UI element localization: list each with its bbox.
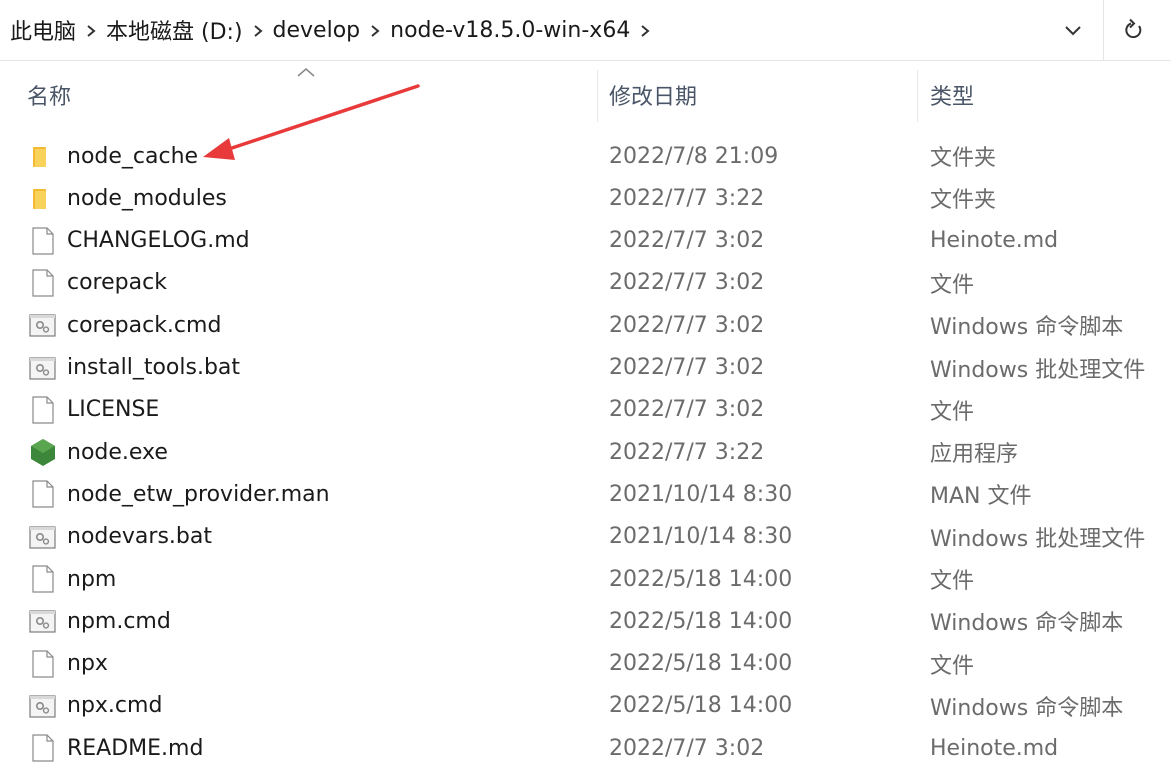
file-type: Windows 命令脚本 <box>930 315 1124 341</box>
breadcrumb-develop[interactable]: develop <box>273 18 361 43</box>
file-modified-date: 2022/7/7 3:02 <box>609 355 765 380</box>
chevron-right-icon[interactable] <box>360 21 390 40</box>
file-modified-date: 2021/10/14 8:30 <box>609 481 793 507</box>
file-icon <box>27 563 59 595</box>
file-row[interactable]: npx.cmd 2022/5/18 14:00 Windows 命令脚本 <box>0 685 1171 727</box>
file-name: README.md <box>67 735 204 761</box>
file-name: npm <box>67 566 117 592</box>
file-row[interactable]: node_modules 2022/7/7 3:22 文件夹 <box>0 177 1171 219</box>
file-modified-date: 2022/7/7 3:22 <box>609 185 765 211</box>
refresh-icon <box>1125 18 1142 39</box>
file-name: node_modules <box>67 185 227 211</box>
refresh-button[interactable] <box>1112 10 1156 50</box>
folder-icon <box>27 182 59 214</box>
folder-icon <box>27 140 59 172</box>
file-row[interactable]: npm.cmd 2022/5/18 14:00 Windows 命令脚本 <box>0 600 1171 642</box>
file-modified-date: 2022/5/18 14:00 <box>609 693 793 719</box>
batch-file-icon <box>27 309 59 341</box>
file-modified-date: 2022/7/7 3:02 <box>609 397 765 423</box>
file-type: Windows 批处理文件 <box>930 357 1146 383</box>
column-header-date[interactable]: 修改日期 <box>609 60 697 130</box>
file-row[interactable]: node_etw_provider.man 2021/10/14 8:30 MAN … <box>0 473 1171 515</box>
file-type: 文件 <box>930 399 975 425</box>
batch-file-icon <box>27 605 59 637</box>
breadcrumb: 此电脑 本地磁盘 (D:) develop node-v18.5.0-win-x… <box>10 0 660 60</box>
file-row[interactable]: install_tools.bat 2022/7/7 3:02 Windows 批处… <box>0 347 1171 389</box>
file-name: install_tools.bat <box>67 355 241 380</box>
address-divider <box>1103 0 1104 60</box>
file-name: npm.cmd <box>67 608 171 634</box>
file-modified-date: 2022/7/7 3:02 <box>609 312 765 338</box>
file-icon <box>27 732 59 764</box>
file-type: 文件 <box>930 569 975 594</box>
address-history-dropdown-button[interactable] <box>1051 10 1095 50</box>
chevron-right-icon[interactable] <box>243 21 273 40</box>
file-row[interactable]: node_cache 2022/7/8 21:09 文件夹 <box>0 135 1171 177</box>
file-modified-date: 2022/7/7 3:02 <box>609 270 765 296</box>
column-header-name[interactable]: 名称 <box>27 60 71 130</box>
file-type: Heinote.md <box>930 228 1059 254</box>
column-divider[interactable] <box>917 70 918 122</box>
chevron-down-icon <box>1065 26 1081 36</box>
chevron-right-icon[interactable] <box>76 21 106 40</box>
file-name: corepack.cmd <box>67 312 222 338</box>
file-type: Windows 命令脚本 <box>930 695 1124 721</box>
file-row[interactable]: npx 2022/5/18 14:00 文件 <box>0 643 1171 685</box>
file-modified-date: 2022/7/7 3:22 <box>609 439 765 465</box>
file-modified-date: 2022/5/18 14:00 <box>609 651 793 677</box>
file-type: Windows 命令脚本 <box>930 611 1124 637</box>
file-row[interactable]: nodevars.bat 2021/10/14 8:30 Windows 批处理文件 <box>0 516 1171 558</box>
file-name: npx.cmd <box>67 693 163 719</box>
batch-file-icon <box>27 521 59 553</box>
column-header: 名称 修改日期 类型 <box>0 60 1171 130</box>
file-row[interactable]: corepack 2022/7/7 3:02 文件 <box>0 262 1171 304</box>
sort-ascending-icon <box>297 68 315 77</box>
file-row[interactable]: node.exe 2022/7/7 3:22 应用程序 <box>0 431 1171 473</box>
file-icon <box>27 225 59 257</box>
chevron-right-icon[interactable] <box>630 21 660 40</box>
file-row[interactable]: npm 2022/5/18 14:00 文件 <box>0 558 1171 600</box>
file-modified-date: 2022/7/7 3:02 <box>609 735 765 761</box>
file-row[interactable]: CHANGELOG.md 2022/7/7 3:02 Heinote.md <box>0 220 1171 262</box>
file-name: node_etw_provider.man <box>67 481 330 507</box>
file-row[interactable]: corepack.cmd 2022/7/7 3:02 Windows 命令脚本 <box>0 304 1171 346</box>
file-icon <box>27 648 59 680</box>
file-icon <box>27 394 59 426</box>
file-type: 文件 <box>930 272 975 298</box>
address-bar[interactable]: 此电脑 本地磁盘 (D:) develop node-v18.5.0-win-x… <box>0 0 1171 61</box>
nodejs-icon <box>27 436 59 468</box>
file-modified-date: 2022/7/8 21:09 <box>609 143 779 169</box>
batch-file-icon <box>27 690 59 722</box>
file-type: MAN 文件 <box>930 484 1032 510</box>
file-type: 文件夹 <box>930 188 997 214</box>
file-name: node_cache <box>67 143 199 169</box>
batch-file-icon <box>27 352 59 384</box>
file-type: Heinote.md <box>930 735 1059 761</box>
file-modified-date: 2022/7/7 3:02 <box>609 228 765 254</box>
file-icon <box>27 267 59 299</box>
file-modified-date: 2022/5/18 14:00 <box>609 608 793 634</box>
file-name: node.exe <box>67 439 168 465</box>
file-row[interactable]: LICENSE 2022/7/7 3:02 文件 <box>0 389 1171 431</box>
file-type: 文件 <box>930 653 975 679</box>
column-header-type[interactable]: 类型 <box>930 60 974 130</box>
file-name: CHANGELOG.md <box>67 228 250 254</box>
file-modified-date: 2021/10/14 8:30 <box>609 524 793 550</box>
file-type: 文件夹 <box>930 146 997 171</box>
file-icon <box>27 478 59 510</box>
breadcrumb-local-disk[interactable]: 本地磁盘 (D:) <box>106 14 243 46</box>
file-name: corepack <box>67 270 167 296</box>
file-modified-date: 2022/5/18 14:00 <box>609 566 793 592</box>
breadcrumb-this-pc[interactable]: 此电脑 <box>10 14 76 46</box>
file-name: npx <box>67 651 108 677</box>
file-name: nodevars.bat <box>67 524 212 550</box>
file-type: 应用程序 <box>930 442 1019 468</box>
column-divider[interactable] <box>597 70 598 122</box>
file-name: LICENSE <box>67 397 160 423</box>
breadcrumb-node-folder[interactable]: node-v18.5.0-win-x64 <box>390 18 630 43</box>
file-type: Windows 批处理文件 <box>930 526 1146 552</box>
file-row[interactable]: README.md 2022/7/7 3:02 Heinote.md <box>0 727 1171 769</box>
